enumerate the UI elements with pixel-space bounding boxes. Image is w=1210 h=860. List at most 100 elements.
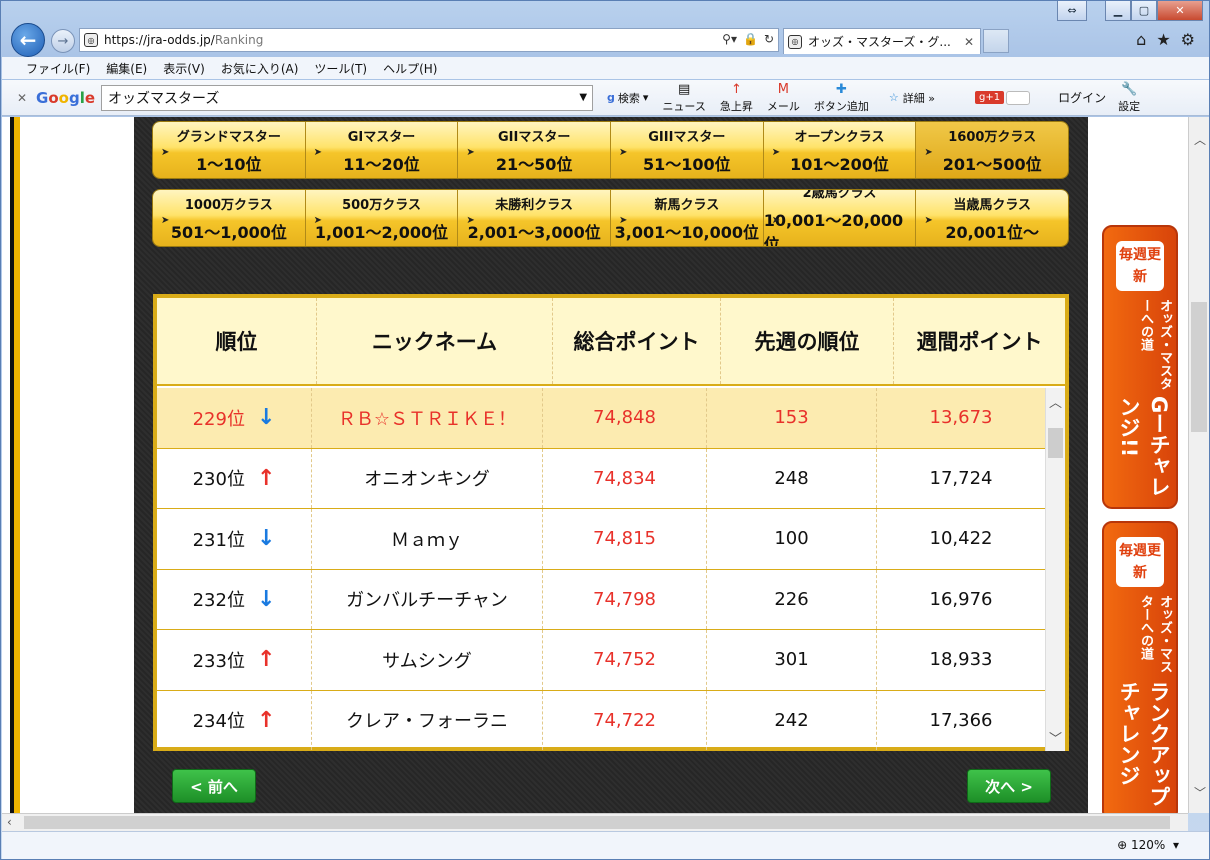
- trending-button[interactable]: ↑ 急上昇: [720, 82, 753, 114]
- class-nav-button[interactable]: ➤ 当歳馬クラス 20,001位〜: [916, 190, 1068, 246]
- header-weekly-points: 週間ポイント: [916, 330, 1043, 354]
- search-icon[interactable]: ⚲▾: [722, 32, 737, 46]
- table-row[interactable]: 234位 ↑ クレア・フォーラニ 74,722 242 17,366: [157, 690, 1045, 751]
- table-row[interactable]: 232位 ↓ ガンバルチーチャン 74,798 226 16,976: [157, 569, 1045, 630]
- table-body[interactable]: 229位 ↓ ＲＢ☆ＳＴＲＩＫＥ！ 74,848 153 13,673 230位 ↑ オニオンキ…: [157, 388, 1045, 751]
- news-label: ニュース: [662, 99, 706, 113]
- tab-active[interactable]: ◎ オッズ・マスターズ・グ... ✕: [783, 28, 981, 54]
- home-icon[interactable]: ⌂: [1136, 30, 1146, 49]
- class-nav-button[interactable]: ➤ 新馬クラス 3,001〜10,000位: [611, 190, 764, 246]
- mail-icon: M: [777, 81, 789, 97]
- new-tab-button[interactable]: [983, 29, 1009, 53]
- last-week-rank-cell: 226: [707, 569, 877, 629]
- news-button[interactable]: ▤ ニュース: [662, 82, 705, 114]
- horizontal-scroll-thumb[interactable]: [24, 816, 1170, 829]
- class-nav-button[interactable]: ➤ GIIマスター 21〜50位: [458, 122, 612, 178]
- total-points-cell: 74,848: [543, 388, 707, 448]
- mail-button[interactable]: M メール: [767, 82, 800, 114]
- left-decoration-stripe: [10, 117, 20, 813]
- zoom-level: 120%: [1131, 838, 1166, 852]
- scroll-down-icon[interactable]: ﹀: [1049, 728, 1062, 747]
- table-header: 順位 ニックネーム 総合ポイント 先週の順位 週間ポイント: [157, 298, 1065, 386]
- scroll-up-icon[interactable]: ︿: [1049, 392, 1062, 411]
- zoom-control[interactable]: ⊕ 120% ▾: [1117, 838, 1179, 852]
- forward-button[interactable]: →: [51, 29, 75, 53]
- class-nav-row-1: ➤ グランドマスター 1〜10位 ➤ GIマスター 11〜20位 ➤ GIIマスター 21〜50…: [152, 121, 1069, 179]
- table-row[interactable]: 229位 ↓ ＲＢ☆ＳＴＲＩＫＥ！ 74,848 153 13,673: [157, 388, 1045, 449]
- table-scrollbar[interactable]: ︿ ﹀: [1045, 388, 1065, 751]
- menu-file[interactable]: ファイル(F): [26, 60, 90, 77]
- table-row[interactable]: 230位 ↑ オニオンキング 74,834 248 17,724: [157, 448, 1045, 509]
- class-nav-button[interactable]: ➤ グランドマスター 1〜10位: [153, 122, 306, 178]
- restore-layout-icon[interactable]: ⇔: [1057, 1, 1087, 21]
- page-horizontal-scrollbar[interactable]: ‹: [2, 813, 1188, 831]
- google-search-input[interactable]: オッズマスターズ ▼: [101, 84, 594, 111]
- wrench-icon: 🔧: [1121, 81, 1138, 97]
- banner-g-challenge[interactable]: 毎週更新 オッズ・マスターへの道 Gーチャレンジ!!: [1102, 225, 1178, 509]
- url-host: https://jra-odds.jp/: [104, 33, 215, 47]
- class-nav-button[interactable]: ➤ 1000万クラス 501〜1,000位: [153, 190, 306, 246]
- favorites-star-icon[interactable]: ★: [1156, 30, 1170, 49]
- rank-value: 232位: [192, 590, 245, 612]
- class-nav-button[interactable]: ➤ GIIIマスター 51〜100位: [611, 122, 764, 178]
- trend-up-arrow-icon: ↑: [256, 465, 276, 491]
- lock-icon[interactable]: 🔒: [743, 32, 758, 46]
- table-row[interactable]: 233位 ↑ サムシング 74,752 301 18,933: [157, 630, 1045, 691]
- login-link[interactable]: ログイン: [1058, 89, 1106, 106]
- weekly-update-badge: 毎週更新: [1116, 537, 1164, 587]
- banner-rankup-challenge[interactable]: 毎週更新 オッズ・マスターへの道 ランクアップチャレンジ: [1102, 521, 1178, 813]
- table-scroll-thumb[interactable]: [1048, 428, 1063, 458]
- arrow-right-icon: ➤: [771, 215, 781, 226]
- class-nav-button[interactable]: ➤ 500万クラス 1,001〜2,000位: [305, 190, 459, 246]
- settings-button[interactable]: 🔧 設定: [1118, 82, 1140, 114]
- menu-tools[interactable]: ツール(T): [314, 60, 367, 77]
- menu-help[interactable]: ヘルプ(H): [383, 60, 437, 77]
- table-row[interactable]: 231位 ↓ Ｍａｍｙ 74,815 100 10,422: [157, 509, 1045, 570]
- scroll-down-icon[interactable]: ﹀: [1194, 784, 1206, 801]
- scroll-up-icon[interactable]: ︿: [1194, 131, 1206, 148]
- details-button[interactable]: ☆ 詳細 »: [889, 90, 935, 106]
- menu-favorites[interactable]: お気に入り(A): [221, 60, 299, 77]
- address-bar[interactable]: ◎ https://jra-odds.jp/Ranking ⚲▾ 🔒 ↻: [79, 28, 779, 52]
- arrow-right-icon: ➤: [924, 147, 933, 158]
- google-search-button[interactable]: g 検索 ▾: [607, 90, 648, 106]
- menu-edit[interactable]: 編集(E): [106, 60, 147, 77]
- rank-cell: 233位 ↑: [157, 630, 312, 690]
- class-nav-button[interactable]: ➤ GIマスター 11〜20位: [305, 122, 459, 178]
- add-button[interactable]: ✚ ボタン追加: [814, 82, 869, 114]
- close-toolbar-icon[interactable]: ✕: [12, 91, 32, 105]
- menu-view[interactable]: 表示(V): [163, 60, 205, 77]
- page-scroll-thumb[interactable]: [1191, 302, 1207, 432]
- zoom-icon: ⊕: [1117, 838, 1128, 852]
- page-vertical-scrollbar[interactable]: ︿ ﹀: [1188, 117, 1209, 813]
- class-nav-button[interactable]: ➤ 未勝利クラス 2,001〜3,000位: [458, 190, 612, 246]
- maximize-button[interactable]: ▢: [1131, 1, 1157, 21]
- weekly-points-cell: 17,724: [929, 467, 993, 489]
- arrow-right-icon: ➤: [924, 215, 933, 226]
- prev-page-button[interactable]: < 前へ: [172, 769, 256, 803]
- google-toolbar: ✕ Google オッズマスターズ ▼ g 検索 ▾ ▤ ニュース ↑ 急上昇 M メー…: [2, 80, 1209, 116]
- refresh-icon[interactable]: ↻: [764, 32, 774, 46]
- chevron-down-icon[interactable]: ▼: [579, 92, 587, 103]
- arrow-right-icon: ➤: [313, 215, 323, 226]
- class-nav-button[interactable]: ➤ 2歳馬クラス 10,001〜20,000位: [763, 190, 917, 247]
- minimize-button[interactable]: ▁: [1105, 1, 1131, 21]
- class-range: 51〜100位: [643, 154, 731, 174]
- next-page-button[interactable]: 次へ >: [967, 769, 1051, 803]
- class-title: 未勝利クラス: [495, 197, 574, 213]
- close-window-button[interactable]: ✕: [1157, 1, 1203, 21]
- class-nav-button[interactable]: ➤ 1600万クラス 201〜500位: [916, 122, 1068, 178]
- settings-gear-icon[interactable]: ⚙: [1181, 30, 1195, 49]
- weekly-points-cell: 16,976: [929, 588, 993, 610]
- tab-close-icon[interactable]: ✕: [964, 35, 974, 49]
- class-nav-button[interactable]: ➤ オープンクラス 101〜200位: [763, 122, 917, 178]
- scroll-left-icon[interactable]: ‹: [7, 815, 12, 829]
- class-title: GIIマスター: [498, 129, 571, 145]
- nickname-cell: サムシング: [312, 630, 543, 690]
- gplus-icon[interactable]: g+1: [975, 91, 1005, 104]
- class-range: 10,001〜20,000位: [763, 210, 904, 247]
- rank-value: 231位: [192, 529, 245, 551]
- back-button[interactable]: ←: [11, 23, 45, 57]
- site-favicon-icon: ◎: [84, 33, 98, 47]
- class-title: オープンクラス: [794, 129, 885, 145]
